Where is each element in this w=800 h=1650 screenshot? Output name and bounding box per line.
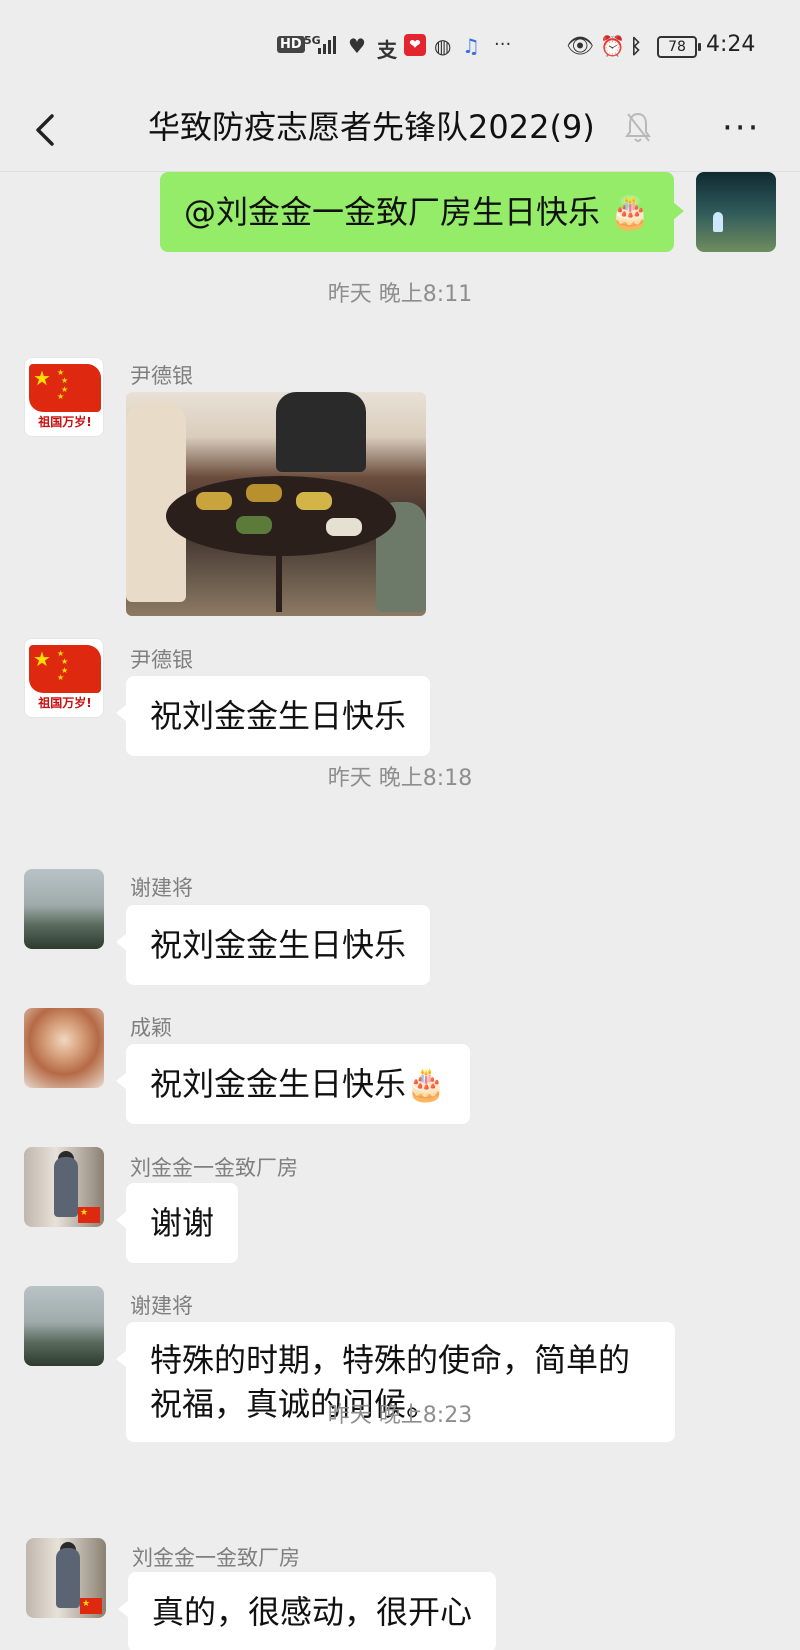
avatar-caption: 祖国万岁! bbox=[38, 696, 92, 710]
sender-name: 成颖 bbox=[130, 1016, 172, 1040]
message-bubble[interactable]: 祝刘金金生日快乐🎂 bbox=[116, 1044, 470, 1124]
eye-icon: 👁 bbox=[566, 34, 594, 59]
avatar-figure bbox=[713, 212, 723, 232]
music-icon: ♫ bbox=[462, 34, 480, 58]
avatar[interactable]: ★ ★ ★ ★ ★ 祖国万岁! bbox=[24, 357, 104, 437]
message-image[interactable] bbox=[126, 392, 426, 616]
avatar[interactable] bbox=[24, 1008, 104, 1088]
sender-name: 谢建将 bbox=[130, 1294, 193, 1318]
sender-name: 刘金金一金致厂房 bbox=[130, 1156, 298, 1180]
chat-screen: HD 5G ♥ 支 ❤ ◍ ♫ ··· 👁 ⏰ ᛒ 78 4:24 华致防疫志愿… bbox=[0, 0, 800, 1650]
my-avatar[interactable] bbox=[696, 172, 776, 252]
hd-icon: HD bbox=[277, 36, 305, 53]
battery-icon: 78 bbox=[657, 36, 701, 58]
sender-name: 尹德银 bbox=[130, 648, 193, 672]
message-bubble[interactable]: 祝刘金金生日快乐 bbox=[115, 676, 431, 756]
message-text: @刘金金一金致厂房生日快乐 🎂 bbox=[183, 193, 650, 231]
message-text: 谢谢 bbox=[150, 1204, 215, 1242]
browser-icon: ◍ bbox=[434, 34, 452, 58]
flag-badge-icon: ★ bbox=[80, 1598, 102, 1614]
message-bubble[interactable]: @刘金金一金致厂房生日快乐 🎂 bbox=[159, 172, 685, 252]
message-text: 祝刘金金生日快乐🎂 bbox=[150, 1065, 446, 1103]
back-arrow-icon[interactable] bbox=[26, 108, 66, 152]
flag-star-icon: ★ bbox=[33, 366, 51, 390]
timestamp: 昨天 晚上8:11 bbox=[327, 282, 473, 307]
flag-badge-icon: ★ bbox=[78, 1207, 100, 1223]
more-options-icon[interactable]: ··· bbox=[722, 108, 760, 148]
avatar[interactable] bbox=[24, 869, 104, 949]
avatar-caption: 祖国万岁! bbox=[38, 415, 92, 429]
sender-name: 刘金金一金致厂房 bbox=[132, 1546, 300, 1570]
message-bubble[interactable]: 谢谢 bbox=[115, 1183, 239, 1263]
timestamp: 昨天 晚上8:18 bbox=[327, 766, 473, 791]
flag-star-icon: ★ bbox=[33, 647, 51, 671]
alarm-icon: ⏰ bbox=[600, 34, 625, 58]
more-notifications-icon: ··· bbox=[494, 34, 512, 55]
bluetooth-icon: ᛒ bbox=[630, 34, 642, 58]
message-text: 真的，很感动，很开心 bbox=[152, 1593, 473, 1631]
app-red-icon: ❤ bbox=[404, 34, 426, 56]
status-bar: HD 5G ♥ 支 ❤ ◍ ♫ ··· 👁 ⏰ ᛒ 78 4:24 bbox=[0, 0, 800, 90]
clock: 4:24 bbox=[706, 32, 756, 57]
sender-name: 谢建将 bbox=[130, 876, 193, 900]
heart-rate-icon: ♥ bbox=[348, 34, 366, 58]
signal-icon bbox=[318, 36, 336, 54]
sender-name: 尹德银 bbox=[130, 364, 193, 388]
alipay-icon: 支 bbox=[377, 38, 397, 62]
avatar[interactable]: ★ bbox=[24, 1147, 104, 1227]
avatar[interactable]: ★ bbox=[26, 1538, 106, 1618]
avatar[interactable] bbox=[24, 1286, 104, 1366]
timestamp: 昨天 晚上8:23 bbox=[327, 1403, 473, 1428]
avatar[interactable]: ★ ★ ★ ★ ★ 祖国万岁! bbox=[24, 638, 104, 718]
message-text: 祝刘金金生日快乐 bbox=[150, 926, 407, 964]
message-bubble[interactable]: 真的，很感动，很开心 bbox=[117, 1572, 497, 1650]
mute-bell-icon bbox=[625, 112, 651, 142]
message-text: 祝刘金金生日快乐 bbox=[150, 697, 407, 735]
message-bubble[interactable]: 祝刘金金生日快乐 bbox=[115, 905, 431, 985]
chat-header: 华致防疫志愿者先锋队2022(9) ··· bbox=[0, 90, 800, 172]
message-list[interactable]: @刘金金一金致厂房生日快乐 🎂 昨天 晚上8:11 ★ ★ ★ ★ ★ 祖国万岁! … bbox=[0, 172, 800, 1650]
chat-title: 华致防疫志愿者先锋队2022(9) bbox=[148, 108, 595, 146]
